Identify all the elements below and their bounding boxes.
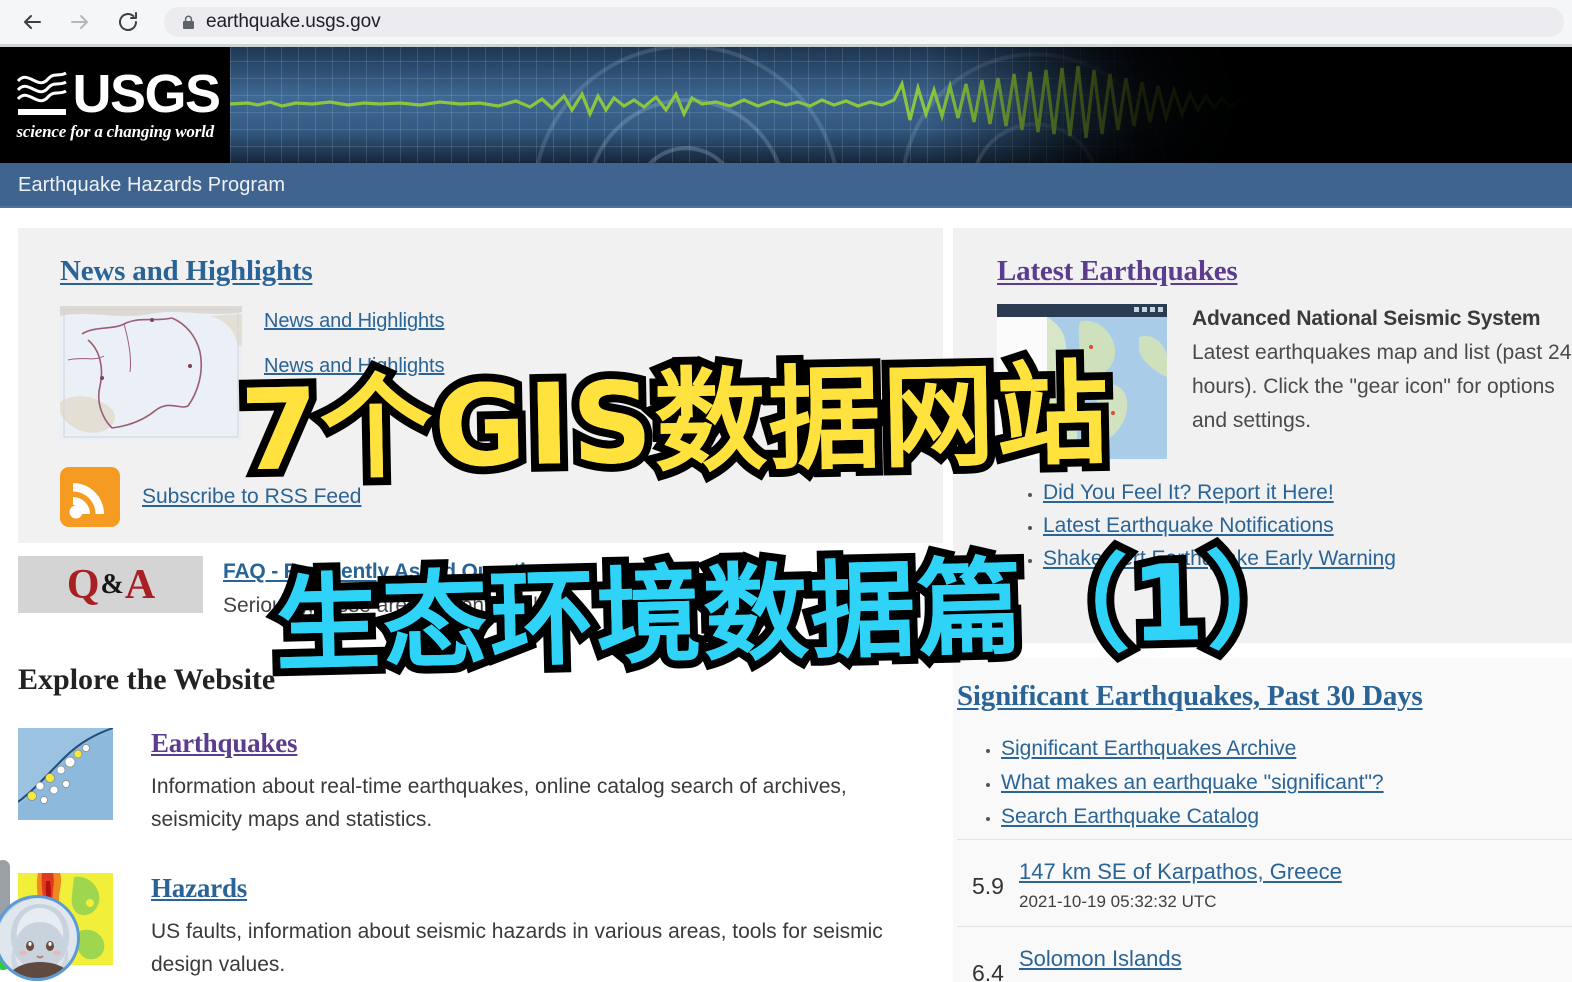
list-item: Did You Feel It? Report it Here! [1043,481,1572,505]
list-item: What makes an earthquake "significant"? [1001,771,1572,795]
explore-item-hazards: Hazards US faults, information about sei… [18,873,921,981]
qa-logo: Q & A [18,556,203,613]
did-you-feel-it-link[interactable]: Did You Feel It? Report it Here! [1043,481,1334,504]
reload-icon[interactable] [104,0,152,44]
forward-arrow-icon[interactable] [56,0,104,44]
explore-title-hazards[interactable]: Hazards [151,873,921,904]
list-item: Latest Earthquake Notifications [1043,514,1572,538]
streamer-overlay [0,860,80,981]
what-makes-significant-link[interactable]: What makes an earthquake "significant"? [1001,771,1384,794]
list-item: Significant Earthquakes Archive [1001,737,1572,761]
significant-archive-link[interactable]: Significant Earthquakes Archive [1001,737,1296,760]
significant-earthquakes-panel: Significant Earthquakes, Past 30 Days Si… [953,658,1572,982]
table-row[interactable]: 5.9 147 km SE of Karpathos, Greece 2021-… [957,839,1572,926]
faq-row: Q & A FAQ - Frequently Asked Questions S… [18,556,943,618]
shakealert-link[interactable]: ShakeAlert Earthquake Early Warning [1043,547,1396,570]
quake-place-link[interactable]: Solomon Islands [1019,946,1182,972]
program-title-bar: Earthquake Hazards Program [0,163,1572,208]
address-bar[interactable]: earthquake.usgs.gov [164,7,1564,37]
earthquake-map-thumbnail[interactable] [18,728,113,820]
qa-logo-q: Q [66,561,100,608]
quake-place-link[interactable]: 147 km SE of Karpathos, Greece [1019,859,1342,885]
site-banner: USGS science for a changing world [0,44,1572,163]
back-arrow-icon[interactable] [8,0,56,44]
significant-earthquakes-heading[interactable]: Significant Earthquakes, Past 30 Days [957,680,1572,713]
list-item: ShakeAlert Earthquake Early Warning [1043,547,1572,571]
usgs-logo[interactable]: USGS science for a changing world [0,44,230,163]
quake-time: 2021-10-19 05:32:32 UTC [1019,892,1217,911]
seismogram-banner-image [230,44,1572,163]
significant-links: Significant Earthquakes Archive What mak… [955,737,1572,829]
table-row[interactable]: 6.4 Solomon Islands [957,926,1572,982]
quake-magnitude: 5.9 [972,873,1004,899]
explore-title-earthquakes[interactable]: Earthquakes [151,728,921,759]
tectonic-plates-map-thumbnail[interactable] [60,306,242,441]
news-and-highlights-panel: News and Highlights News and Highlights … [18,228,943,543]
screenshot-root: earthquake.usgs.gov USGS science for a c… [0,0,1572,982]
rss-feed-icon[interactable] [60,467,120,527]
qa-logo-a: A [124,561,155,608]
banner-top-divider [0,44,1572,47]
usgs-logo-tagline: science for a changing world [16,122,214,141]
usgs-logo-text: USGS [72,63,221,124]
news-and-highlights-heading[interactable]: News and Highlights [60,255,943,288]
url-text: earthquake.usgs.gov [206,11,381,32]
list-item: Search Earthquake Catalog [1001,805,1572,829]
search-catalog-link[interactable]: Search Earthquake Catalog [1001,805,1259,828]
quake-magnitude: 6.4 [972,960,1004,982]
qa-logo-amp: & [100,568,124,600]
latest-earthquakes-links: Did You Feel It? Report it Here! Latest … [997,481,1572,571]
earthquake-notifications-link[interactable]: Latest Earthquake Notifications [1043,514,1334,537]
lock-icon [183,15,194,29]
latest-earthquakes-panel: Latest Earthquakes Advanced National Sei… [953,228,1572,643]
browser-toolbar: earthquake.usgs.gov [0,0,1572,44]
explore-desc-earthquakes: Information about real-time earthquakes,… [151,775,847,832]
explore-item-earthquakes: Earthquakes Information about real-time … [18,728,921,836]
usgs-wave-icon [16,65,69,117]
subscribe-rss-link[interactable]: Subscribe to RSS Feed [142,485,361,509]
faq-link[interactable]: FAQ - Frequently Asked Questions [223,560,563,583]
explore-desc-hazards: US faults, information about seismic haz… [151,920,883,977]
explore-the-website-heading: Explore the Website [18,663,276,696]
news-link-1[interactable]: News and Highlights [264,310,445,333]
anss-description: Latest earthquakes map and list (past 24… [1192,341,1572,433]
anss-title: Advanced National Seismic System [1192,307,1541,330]
latest-earthquakes-map-thumbnail[interactable] [997,304,1167,459]
streamer-avatar-icon[interactable] [0,895,80,981]
faq-subtext: Seriously, these are frequently asked. [223,594,573,617]
latest-earthquakes-heading[interactable]: Latest Earthquakes [997,255,1572,288]
program-title[interactable]: Earthquake Hazards Program [0,174,285,197]
page-content: News and Highlights News and Highlights … [0,208,1572,982]
news-link-2[interactable]: News and Highlights [264,355,445,378]
